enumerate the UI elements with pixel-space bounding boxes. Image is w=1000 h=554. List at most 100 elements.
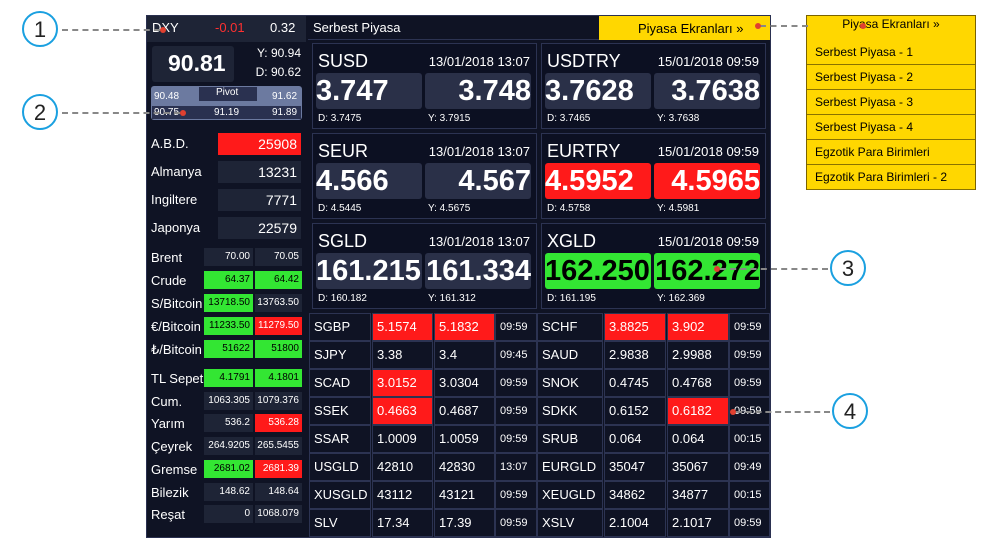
card-ask[interactable]: 4.5965 (654, 163, 760, 199)
grid-r-bid[interactable]: 0.6152 (604, 397, 666, 425)
grid-l-ask[interactable]: 17.39 (434, 509, 495, 537)
grid-r-bid[interactable]: 2.1004 (604, 509, 666, 537)
commodities-ask[interactable]: 51800 (255, 340, 302, 358)
gold-bid[interactable]: 4.1791 (204, 369, 253, 387)
grid-l-bid[interactable]: 17.34 (372, 509, 433, 537)
commodities-bid[interactable]: 64.37 (204, 271, 253, 289)
gold-ask[interactable]: 148.64 (255, 482, 302, 501)
index-value[interactable]: 13231 (218, 161, 301, 183)
commodities-bid[interactable]: 13718.50 (204, 294, 253, 312)
grid-l-sym[interactable]: SGBP (309, 313, 371, 341)
grid-l-ask[interactable]: 5.1832 (434, 313, 495, 341)
card-bid[interactable]: 4.5952 (545, 163, 651, 199)
grid-r-bid[interactable]: 0.064 (604, 425, 666, 453)
commodities-ask[interactable]: 70.05 (255, 248, 302, 266)
grid-r-sym[interactable]: XSLV (537, 509, 603, 537)
grid-r-sym[interactable]: SRUB (537, 425, 603, 453)
grid-r-sym[interactable]: SAUD (537, 341, 603, 369)
grid-l-ask[interactable]: 3.4 (434, 341, 495, 369)
gold-bid[interactable]: 264.9205 (204, 437, 253, 456)
grid-r-bid[interactable]: 0.4745 (604, 369, 666, 397)
dropdown-item[interactable]: Egzotik Para Birimleri - 2 (807, 165, 975, 190)
gold-bid[interactable]: 1063.305 (204, 391, 253, 410)
grid-l-sym[interactable]: SJPY (309, 341, 371, 369)
grid-r-ask[interactable]: 2.9988 (667, 341, 729, 369)
card-bid[interactable]: 4.566 (316, 163, 422, 199)
index-value[interactable]: 7771 (218, 189, 301, 211)
grid-r-sym[interactable]: XEUGLD (537, 481, 603, 509)
grid-l-ask[interactable]: 42830 (434, 453, 495, 481)
gold-ask[interactable]: 1079.376 (255, 391, 302, 410)
grid-l-bid[interactable]: 43112 (372, 481, 433, 509)
grid-l-sym[interactable]: SCAD (309, 369, 371, 397)
grid-l-bid[interactable]: 3.38 (372, 341, 433, 369)
card-ask[interactable]: 3.7638 (654, 73, 760, 109)
grid-l-sym[interactable]: XUSGLD (309, 481, 371, 509)
card-bid[interactable]: 161.215 (316, 253, 422, 289)
index-value[interactable]: 25908 (218, 133, 301, 155)
grid-l-bid[interactable]: 3.0152 (372, 369, 433, 397)
dropdown-title[interactable]: Piyasa Ekranları » (806, 17, 976, 31)
index-value[interactable]: 22579 (218, 217, 301, 239)
card-ask[interactable]: 4.567 (425, 163, 531, 199)
grid-r-ask[interactable]: 35067 (667, 453, 729, 481)
grid-l-sym[interactable]: SSEK (309, 397, 371, 425)
gold-ask[interactable]: 4.1801 (255, 369, 302, 387)
grid-r-sym[interactable]: SDKK (537, 397, 603, 425)
grid-l-sym[interactable]: SLV (309, 509, 371, 537)
grid-l-ask[interactable]: 3.0304 (434, 369, 495, 397)
grid-r-ask[interactable]: 0.4768 (667, 369, 729, 397)
gold-bid[interactable]: 0 (204, 505, 253, 524)
grid-r-sym[interactable]: SCHF (537, 313, 603, 341)
grid-l-bid[interactable]: 5.1574 (372, 313, 433, 341)
commodities-ask[interactable]: 64.42 (255, 271, 302, 289)
dropdown-connector-line (760, 25, 808, 27)
commodities-bid[interactable]: 11233.50 (204, 317, 253, 335)
grid-r-bid[interactable]: 2.9838 (604, 341, 666, 369)
gold-ask[interactable]: 536.28 (255, 414, 302, 433)
gold-bid[interactable]: 536.2 (204, 414, 253, 433)
dropdown-item[interactable]: Serbest Piyasa - 2 (807, 65, 975, 90)
grid-l-bid[interactable]: 1.0009 (372, 425, 433, 453)
grid-r-bid[interactable]: 34862 (604, 481, 666, 509)
dropdown-item[interactable]: Serbest Piyasa - 3 (807, 90, 975, 115)
grid-r-bid[interactable]: 3.8825 (604, 313, 666, 341)
dropdown-item[interactable]: Serbest Piyasa - 1 (807, 40, 975, 65)
gold-bid[interactable]: 2681.02 (204, 459, 253, 478)
card-ask[interactable]: 3.748 (425, 73, 531, 109)
commodities-bid[interactable]: 51622 (204, 340, 253, 358)
gold-name: Yarım (151, 416, 185, 432)
grid-r-bid[interactable]: 35047 (604, 453, 666, 481)
gold-ask[interactable]: 1068.079 (255, 505, 302, 524)
grid-l-bid[interactable]: 0.4663 (372, 397, 433, 425)
grid-r-ask[interactable]: 0.064 (667, 425, 729, 453)
grid-l-sym[interactable]: SSAR (309, 425, 371, 453)
grid-l-ask[interactable]: 43121 (434, 481, 495, 509)
grid-r-sym[interactable]: SNOK (537, 369, 603, 397)
dropdown-item[interactable]: Egzotik Para Birimleri (807, 140, 975, 165)
grid-r-ask[interactable]: 3.902 (667, 313, 729, 341)
card-ask[interactable]: 162.272 (654, 253, 760, 289)
grid-r-ask[interactable]: 34877 (667, 481, 729, 509)
card-ask[interactable]: 161.334 (425, 253, 531, 289)
grid-r-ask[interactable]: 0.6182 (667, 397, 729, 425)
grid-l-bid[interactable]: 42810 (372, 453, 433, 481)
commodities-ask[interactable]: 13763.50 (255, 294, 302, 312)
callout-4-line (736, 411, 830, 413)
card-high: Y: 162.369 (657, 293, 705, 304)
gold-ask[interactable]: 265.5455 (255, 437, 302, 456)
card-bid[interactable]: 162.250 (545, 253, 651, 289)
dropdown-item[interactable]: Serbest Piyasa - 4 (807, 115, 975, 140)
gold-ask[interactable]: 2681.39 (255, 459, 302, 478)
grid-l-sym[interactable]: USGLD (309, 453, 371, 481)
card-bid[interactable]: 3.7628 (545, 73, 651, 109)
grid-l-ask[interactable]: 1.0059 (434, 425, 495, 453)
commodities-bid[interactable]: 70.00 (204, 248, 253, 266)
commodities-name: €/Bitcoin (151, 319, 201, 334)
gold-bid[interactable]: 148.62 (204, 482, 253, 501)
card-bid[interactable]: 3.747 (316, 73, 422, 109)
grid-l-ask[interactable]: 0.4687 (434, 397, 495, 425)
grid-r-ask[interactable]: 2.1017 (667, 509, 729, 537)
grid-r-sym[interactable]: EURGLD (537, 453, 603, 481)
commodities-ask[interactable]: 11279.50 (255, 317, 302, 335)
